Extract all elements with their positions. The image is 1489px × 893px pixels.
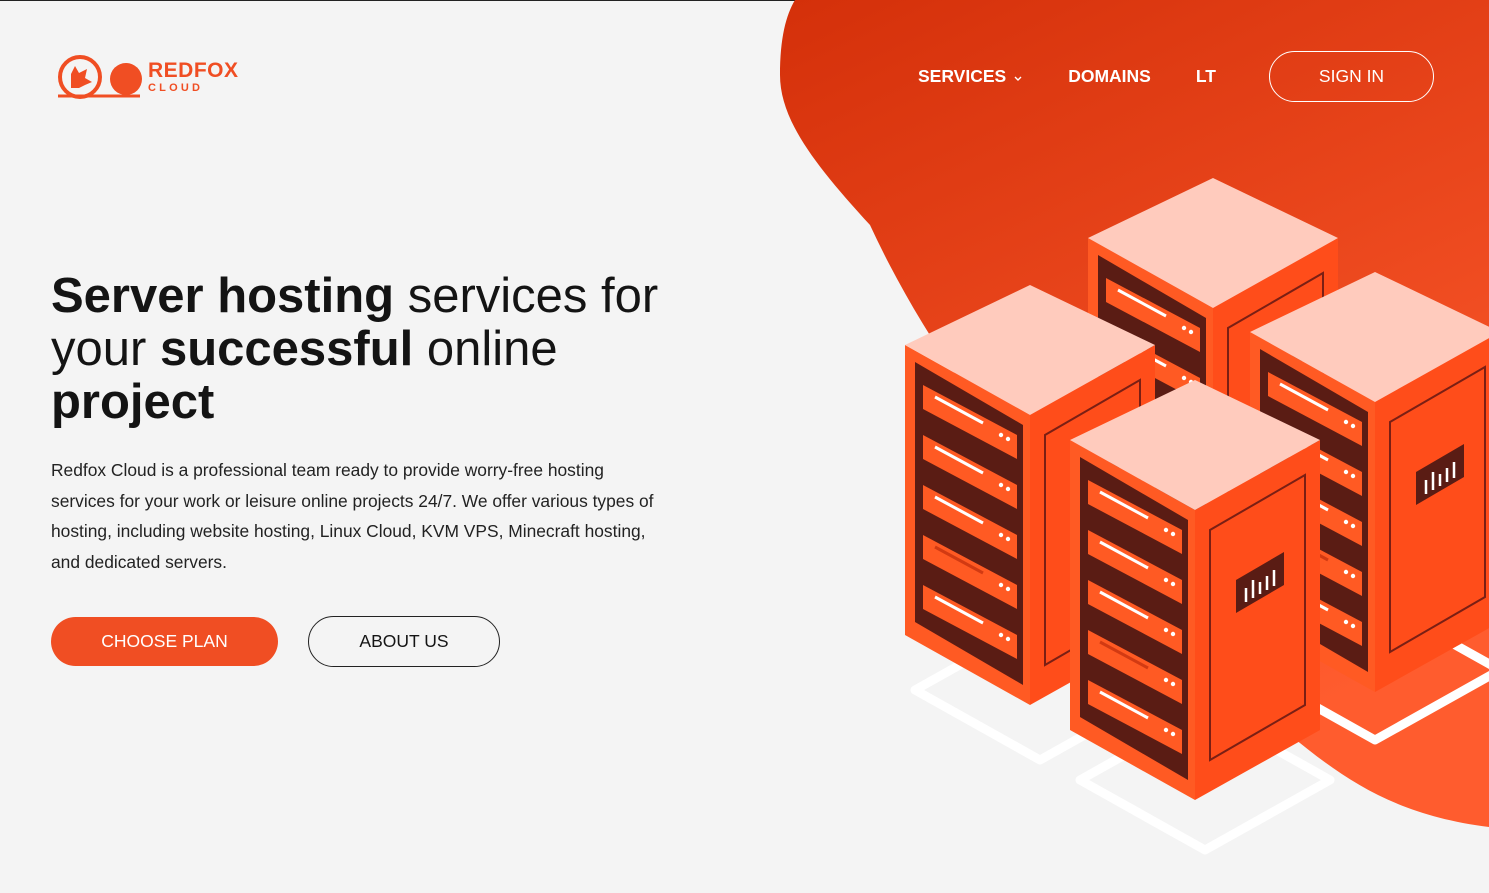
server-racks-illustration	[903, 176, 1489, 893]
